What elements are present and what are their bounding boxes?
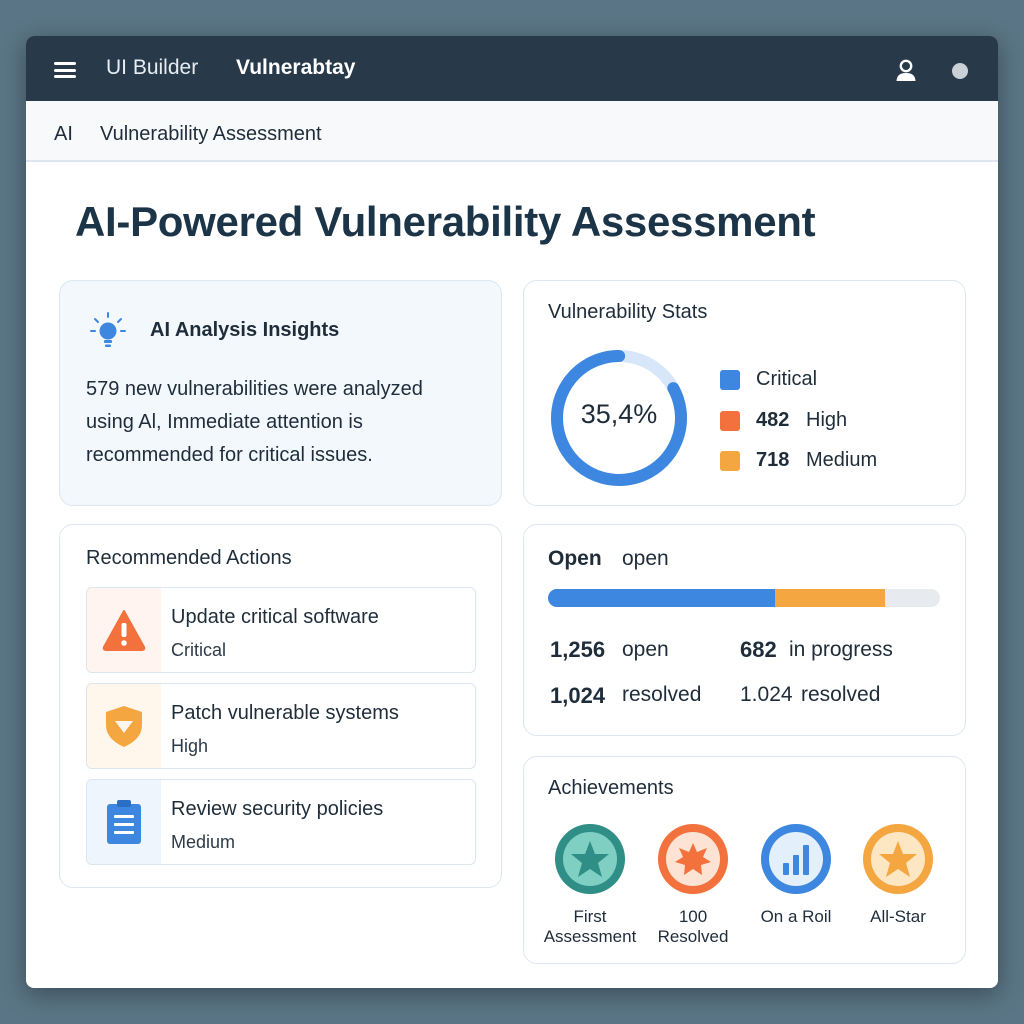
badge-label-line: First (573, 907, 607, 926)
stat-open-count: 1,256 (550, 637, 606, 662)
action-update-software[interactable]: Update critical software Critical (86, 587, 476, 673)
action-patch-systems[interactable]: Patch vulnerable systems High (86, 683, 476, 769)
stat-in-progress-label: in progress (789, 638, 893, 661)
legend-swatch-critical (720, 370, 740, 390)
stat-resolved-count: 1,024 (550, 683, 606, 708)
first-assessment-star-icon[interactable] (552, 821, 628, 897)
legend-label: Critical (756, 368, 818, 390)
vulnerability-stats-card: Vulnerability Stats 35,4% Critical 482 H… (523, 280, 966, 506)
stat-resolved-label: resolved (622, 683, 702, 706)
progress-segment-open (548, 589, 776, 607)
action-title: Update critical software (171, 606, 379, 628)
breadcrumb-item-assessment[interactable]: Vulnerability Assessment (100, 123, 322, 146)
progress-subtitle: open (622, 547, 669, 570)
warning-triangle-icon (102, 610, 146, 651)
action-title: Review security policies (171, 798, 384, 820)
action-priority: Critical (171, 640, 227, 660)
clipboard-icon (107, 800, 141, 844)
breadcrumb: AI Vulnerability Assessment (26, 101, 998, 162)
top-bar: UI Builder Vulnerabtay (26, 36, 998, 101)
action-review-policies[interactable]: Review security policies Medium (86, 779, 476, 865)
badge-label: 100 Resolved (638, 907, 748, 947)
legend-count: 718 (756, 449, 790, 471)
recommended-actions-card: Recommended Actions Update critical soft… (59, 524, 502, 888)
badge-label-line: Assessment (543, 927, 637, 946)
progress-title: Open (548, 547, 602, 570)
lightbulb-icon (90, 312, 126, 347)
insights-line: using Al, Immediate attention is (86, 411, 363, 433)
donut-label: 35,4% (580, 399, 658, 429)
badge-label-line: 100 (678, 907, 708, 926)
badge-label: First Assessment (535, 907, 645, 947)
legend-label: High (806, 409, 848, 431)
open-progress-card: Open open 1,256 open 682 in progress 1,0… (523, 524, 966, 736)
legend-label: Medium (806, 449, 878, 471)
badge-label-line: Resolved (657, 927, 729, 946)
insights-title: AI Analysis Insights (150, 319, 340, 341)
achievements-card: Achievements First Assessment 100 Resolv… (523, 756, 966, 964)
actions-title: Recommended Actions (86, 547, 292, 569)
stat-open-label: open (622, 638, 669, 661)
badge-label: All-Star (870, 907, 926, 926)
stat-resolved-count-alt: 1.024 (740, 683, 793, 706)
action-icon-box (87, 588, 161, 672)
legend-count: 482 (756, 409, 790, 431)
action-icon-box (87, 780, 161, 864)
breadcrumb-item-ai[interactable]: AI (54, 123, 73, 146)
action-priority: High (171, 736, 209, 756)
insights-line: 579 new vulnerabilities were analyzed (86, 378, 423, 400)
action-priority: Medium (171, 832, 236, 852)
badge-label: On a Roil (760, 907, 832, 926)
app-window: UI Builder Vulnerabtay AI Vulnerability … (26, 36, 998, 988)
resolved-burst-icon[interactable] (655, 821, 731, 897)
hamburger-menu-icon[interactable] (54, 62, 76, 78)
achievements-title: Achievements (548, 777, 674, 799)
page-title: AI-Powered Vulnerability Assessment (75, 198, 816, 245)
app-name[interactable]: UI Builder (106, 56, 198, 80)
legend-swatch-medium (720, 451, 740, 471)
action-icon-box (87, 684, 161, 768)
app-title: Vulnerabtay (236, 56, 356, 79)
on-a-roll-bar-chart-icon[interactable] (758, 821, 834, 897)
progress-bar (548, 589, 940, 607)
ai-insights-card: AI Analysis Insights 579 new vulnerabili… (59, 280, 502, 506)
stat-in-progress-count: 682 (740, 637, 777, 662)
all-star-icon[interactable] (860, 821, 936, 897)
insights-text: 579 new vulnerabilities were analyzed us… (86, 373, 486, 472)
stat-resolved-label-alt: resolved (801, 683, 881, 706)
action-title: Patch vulnerable systems (171, 702, 399, 724)
user-icon[interactable] (894, 58, 918, 82)
progress-segment-in-progress (775, 589, 886, 607)
shield-icon (106, 706, 142, 747)
status-dot-icon[interactable] (952, 63, 968, 79)
insights-line: recommended for critical issues. (86, 444, 373, 466)
legend-swatch-high (720, 411, 740, 431)
stats-title: Vulnerability Stats (548, 301, 708, 323)
